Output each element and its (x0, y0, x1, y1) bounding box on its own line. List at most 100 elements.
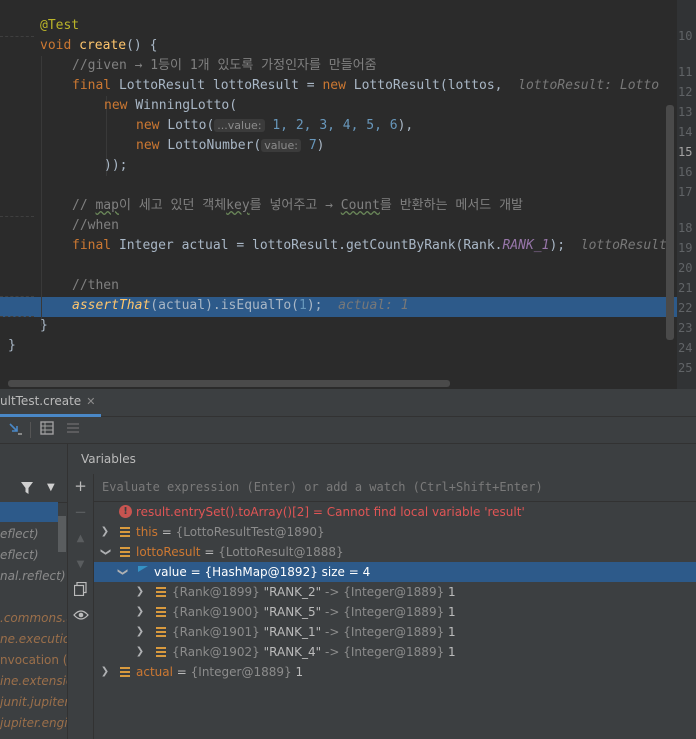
code-text: WinningLotto( (135, 98, 238, 113)
code-line: final LottoResult lottoResult = new Lott… (72, 76, 659, 96)
entry-value: 1 (448, 625, 456, 639)
chevron-down-icon[interactable]: ▼ (47, 478, 55, 498)
inline-debug-value: lottoResult (580, 238, 667, 253)
frame-item[interactable]: nvocation (or (0, 650, 67, 670)
step-into-icon[interactable] (6, 421, 24, 439)
variable-row-this[interactable]: ❯ this = {LottoResultTest@1890} (94, 522, 696, 542)
editor-horizontal-scrollbar[interactable] (8, 380, 450, 387)
move-down-icon[interactable]: ▼ (72, 556, 89, 573)
copy-icon[interactable] (72, 581, 89, 599)
add-watch-icon[interactable]: + (72, 478, 89, 495)
chevron-right-icon[interactable]: ❯ (99, 522, 111, 542)
frames-panel: ▼ eflect) eflect) nal.reflect) .commons.… (0, 444, 68, 739)
line-number: 10 (678, 29, 693, 43)
frame-item[interactable]: ine.extensio (0, 671, 67, 691)
frame-item[interactable]: .commons.u (0, 608, 67, 628)
variable-name: value (154, 565, 187, 579)
static-field: RANK_1 (502, 238, 550, 253)
variable-name: result.entrySet().toArray()[2] (136, 505, 310, 519)
code-text: LottoNumber( (167, 138, 262, 153)
chevron-down-icon[interactable]: ❯ (112, 566, 132, 578)
variable-row-lottoResult[interactable]: ❯ lottoResult = {LottoResult@1888} (94, 542, 696, 562)
code-line: new WinningLotto( (104, 96, 237, 116)
table-view-icon[interactable] (38, 421, 56, 439)
map-entry-row[interactable]: ❯ {Rank@1900} "RANK_5" -> {Integer@1889}… (94, 602, 696, 622)
frame-item[interactable]: nal.reflect) (0, 566, 66, 586)
editor-vertical-scrollbar[interactable] (666, 105, 674, 340)
line-number: 25 (678, 361, 693, 375)
number-literal: 1, 2, 3, 4, 5, 6 (272, 118, 398, 133)
entry-value-ref: {Integer@1889} (343, 585, 445, 599)
inline-debug-value: lottoResult: Lotto (518, 78, 660, 93)
fold-marker (0, 316, 34, 317)
evaluate-expression-input[interactable]: Evaluate expression (Enter) or add a wat… (94, 474, 696, 502)
comment: 를 반환하는 메서드 개발 (379, 198, 523, 213)
map-entry-row[interactable]: ❯ {Rank@1901} "RANK_1" -> {Integer@1889}… (94, 622, 696, 642)
variable-name: lottoResult (136, 545, 201, 559)
method-name: create (79, 38, 127, 53)
variable-ref: {HashMap@1892} (204, 565, 318, 579)
field-icon (156, 627, 166, 637)
variable-eq: = (157, 525, 176, 539)
variable-eq: = (200, 545, 219, 559)
chevron-right-icon[interactable]: ❯ (134, 622, 146, 642)
entry-arrow: -> (321, 585, 344, 599)
variable-row-error[interactable]: ! result.entrySet().toArray()[2] = Canno… (94, 502, 696, 522)
code-text: () { (126, 38, 158, 53)
number-literal: 7 (308, 138, 317, 153)
frame-item[interactable]: ne.execution) (0, 629, 67, 649)
remove-watch-icon[interactable]: − (72, 504, 89, 521)
comment: //given → 1등이 1개 있도록 가정인자를 만들어줌 (72, 58, 377, 73)
code-editor[interactable]: @Test void create() { //given → 1등이 1개 있… (0, 0, 696, 389)
chevron-right-icon[interactable]: ❯ (99, 662, 111, 682)
chevron-right-icon[interactable]: ❯ (134, 602, 146, 622)
variable-row-actual[interactable]: ❯ actual = {Integer@1889} 1 (94, 662, 696, 682)
map-entry-row[interactable]: ❯ {Rank@1899} "RANK_2" -> {Integer@1889}… (94, 582, 696, 602)
entry-key: "RANK_2" (263, 585, 322, 599)
line-number: 13 (678, 105, 693, 119)
variable-eq: = (172, 665, 191, 679)
entry-arrow: -> (321, 605, 344, 619)
code-line: @Test (40, 16, 79, 36)
frame-selected[interactable] (0, 502, 58, 522)
close-icon[interactable]: ✕ (86, 395, 95, 408)
code-text: } (40, 318, 48, 333)
comment: 이 세고 있던 객체 (118, 198, 227, 213)
keyword: new (104, 98, 136, 113)
fold-marker (0, 296, 34, 297)
frame-item[interactable]: junit.jupiter. (0, 692, 67, 712)
entry-value-ref: {Integer@1889} (343, 625, 445, 639)
chevron-right-icon[interactable]: ❯ (134, 582, 146, 602)
comment: //then (72, 278, 119, 293)
method-name: assertThat (72, 298, 151, 313)
keyword: new (136, 138, 168, 153)
frames-scrollbar[interactable] (58, 516, 66, 552)
line-number: 18 (678, 221, 693, 235)
frame-item[interactable]: eflect) (0, 545, 39, 565)
code-text: (actual).isEqualTo( (150, 298, 299, 313)
debug-session-tab[interactable]: ultTest.create ✕ (0, 389, 102, 417)
restore-layout-icon[interactable] (64, 421, 82, 439)
field-icon (120, 547, 130, 557)
code-text: ); (549, 238, 566, 253)
entry-key-ref: {Rank@1901} (172, 625, 260, 639)
map-entry-row[interactable]: ❯ {Rank@1902} "RANK_4" -> {Integer@1889}… (94, 642, 696, 662)
frame-item[interactable]: jupiter.engin (0, 713, 67, 733)
entry-key-ref: {Rank@1899} (172, 585, 260, 599)
chevron-down-icon[interactable]: ❯ (95, 546, 115, 558)
filter-icon[interactable] (20, 480, 34, 499)
line-number: 16 (678, 165, 693, 179)
eye-icon[interactable] (72, 608, 89, 625)
line-number: 17 (678, 185, 693, 199)
variable-eq: = (186, 565, 205, 579)
variable-ref: {Integer@1889} (190, 665, 292, 679)
flag-icon (138, 566, 148, 572)
variable-row-value[interactable]: ❯ value = {HashMap@1892} size = 4 (94, 562, 696, 582)
field-icon (120, 667, 130, 677)
fold-marker (0, 216, 34, 217)
frame-item[interactable]: eflect) (0, 524, 39, 544)
chevron-right-icon[interactable]: ❯ (134, 642, 146, 662)
code-line: } (40, 316, 48, 336)
variable-name: this (136, 525, 158, 539)
move-up-icon[interactable]: ▲ (72, 530, 89, 547)
